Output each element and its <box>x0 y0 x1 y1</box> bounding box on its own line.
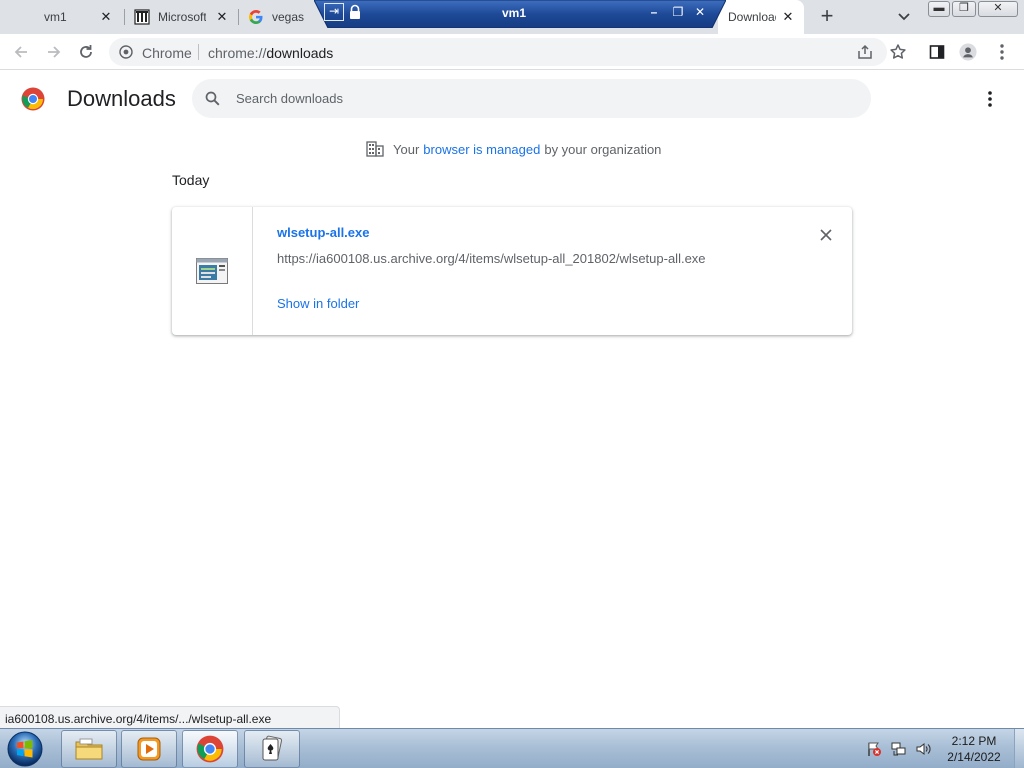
minimize-button[interactable]: ▬ <box>928 1 950 17</box>
show-desktop-button[interactable] <box>1014 729 1024 768</box>
rdp-close-button[interactable]: ✕ <box>692 4 708 20</box>
tab-separator <box>124 9 125 25</box>
windows-start-icon <box>7 731 43 767</box>
page-title: Downloads <box>67 86 176 111</box>
download-source-url: https://ia600108.us.archive.org/4/items/… <box>277 251 706 266</box>
profile-button[interactable] <box>959 43 977 61</box>
omnibox-divider <box>198 44 199 60</box>
reload-button[interactable] <box>75 41 97 63</box>
remove-download-button[interactable] <box>816 225 836 245</box>
pin-icon[interactable]: ⇥ <box>324 3 344 21</box>
tab-microsoft[interactable]: Microsoft ✕ <box>126 0 236 34</box>
taskbar-media-player[interactable] <box>121 730 177 768</box>
taskbar: 2:12 PM 2/14/2022 <box>0 728 1024 768</box>
taskbar-solitaire[interactable] <box>244 730 300 768</box>
screen: vm1 ✕ Microsoft ✕ vegas Downloads ✕ + ▬ <box>0 0 1024 768</box>
close-icon <box>820 229 832 241</box>
download-icon-column <box>172 207 253 335</box>
rdp-title: vm1 <box>501 6 527 20</box>
new-tab-button[interactable]: + <box>815 5 839 29</box>
rdp-connection-bar: ⇥ vm1 – ❐ ✕ <box>314 0 726 28</box>
bookmark-star-icon[interactable] <box>889 43 907 61</box>
google-icon <box>248 9 264 25</box>
clock-date: 2/14/2022 <box>947 750 1001 764</box>
search-icon <box>205 91 220 106</box>
forward-button[interactable] <box>43 41 65 63</box>
folder-icon <box>75 738 103 760</box>
side-panel-icon <box>929 45 945 59</box>
tab-separator <box>238 9 239 25</box>
share-icon[interactable] <box>857 44 873 60</box>
managed-prefix: Your <box>393 141 420 157</box>
chrome-icon <box>196 735 224 763</box>
tab-downloads[interactable]: Downloads ✕ <box>718 0 804 34</box>
archive-icon <box>134 9 150 25</box>
tab-title: vegas <box>272 10 305 24</box>
exe-file-icon <box>196 258 228 284</box>
chrome-menu-button[interactable] <box>993 43 1011 61</box>
download-item: wlsetup-all.exe https://ia600108.us.arch… <box>172 207 852 335</box>
more-actions-icon[interactable] <box>982 89 998 109</box>
close-window-button[interactable]: ✕ <box>978 1 1018 17</box>
tab-vegas[interactable]: vegas <box>240 0 314 34</box>
restore-button[interactable]: ❐ <box>952 1 976 17</box>
chrome-logo-icon <box>21 87 45 111</box>
chrome-icon <box>119 45 133 59</box>
clock[interactable]: 2:12 PM 2/14/2022 <box>940 733 1008 765</box>
date-header: Today <box>172 172 210 188</box>
clock-time: 2:12 PM <box>951 734 997 748</box>
site-label: Chrome <box>142 45 192 61</box>
start-button[interactable] <box>4 730 46 768</box>
arrow-right-icon <box>48 46 61 58</box>
url-host: downloads <box>266 45 334 61</box>
address-bar[interactable]: Chrome chrome://downloads <box>109 38 906 66</box>
avatar-icon <box>959 43 977 61</box>
more-vert-icon <box>1000 44 1004 60</box>
show-in-folder-link[interactable]: Show in folder <box>277 296 359 311</box>
reload-icon <box>80 45 92 58</box>
tab-title: Downloads <box>728 10 776 24</box>
arrow-left-icon <box>14 46 27 58</box>
taskbar-chrome[interactable] <box>182 730 238 768</box>
tab-title: vm1 <box>44 10 67 24</box>
taskbar-explorer[interactable] <box>61 730 117 768</box>
tab-title: Microsoft <box>158 10 206 24</box>
managed-suffix: by your organization <box>544 141 662 157</box>
side-panel-button[interactable] <box>928 43 946 61</box>
back-button[interactable] <box>10 41 32 63</box>
managed-link[interactable]: browser is managed <box>423 142 540 157</box>
tab-search-button[interactable] <box>893 7 915 27</box>
status-bubble: ia600108.us.archive.org/4/items/.../wlse… <box>0 706 340 728</box>
url-text[interactable]: chrome://downloads <box>208 45 333 61</box>
close-icon[interactable]: ✕ <box>98 9 114 25</box>
rdp-minimize-button[interactable]: – <box>646 4 662 20</box>
managed-notice: Your browser is managed by your organiza… <box>366 140 661 158</box>
search-downloads-box[interactable] <box>192 79 871 118</box>
search-input[interactable] <box>236 79 836 118</box>
close-icon[interactable]: ✕ <box>214 9 230 25</box>
close-icon[interactable]: ✕ <box>780 9 796 25</box>
chevron-down-icon <box>898 13 910 21</box>
playing-cards-icon <box>262 735 283 761</box>
url-scheme: chrome:// <box>208 45 267 61</box>
download-file-name[interactable]: wlsetup-all.exe <box>277 225 369 240</box>
browser-toolbar: Chrome chrome://downloads <box>0 34 1024 70</box>
lock-icon <box>348 4 362 20</box>
tab-vm1[interactable]: vm1 ✕ <box>0 0 122 34</box>
tab-strip: vm1 ✕ Microsoft ✕ vegas Downloads ✕ + ▬ <box>0 0 1024 34</box>
action-center-flag-icon[interactable] <box>866 741 882 757</box>
rdp-restore-button[interactable]: ❐ <box>670 4 686 20</box>
building-icon <box>366 141 384 157</box>
volume-icon[interactable] <box>915 741 931 757</box>
network-icon[interactable] <box>891 741 907 757</box>
media-player-icon <box>137 737 161 761</box>
